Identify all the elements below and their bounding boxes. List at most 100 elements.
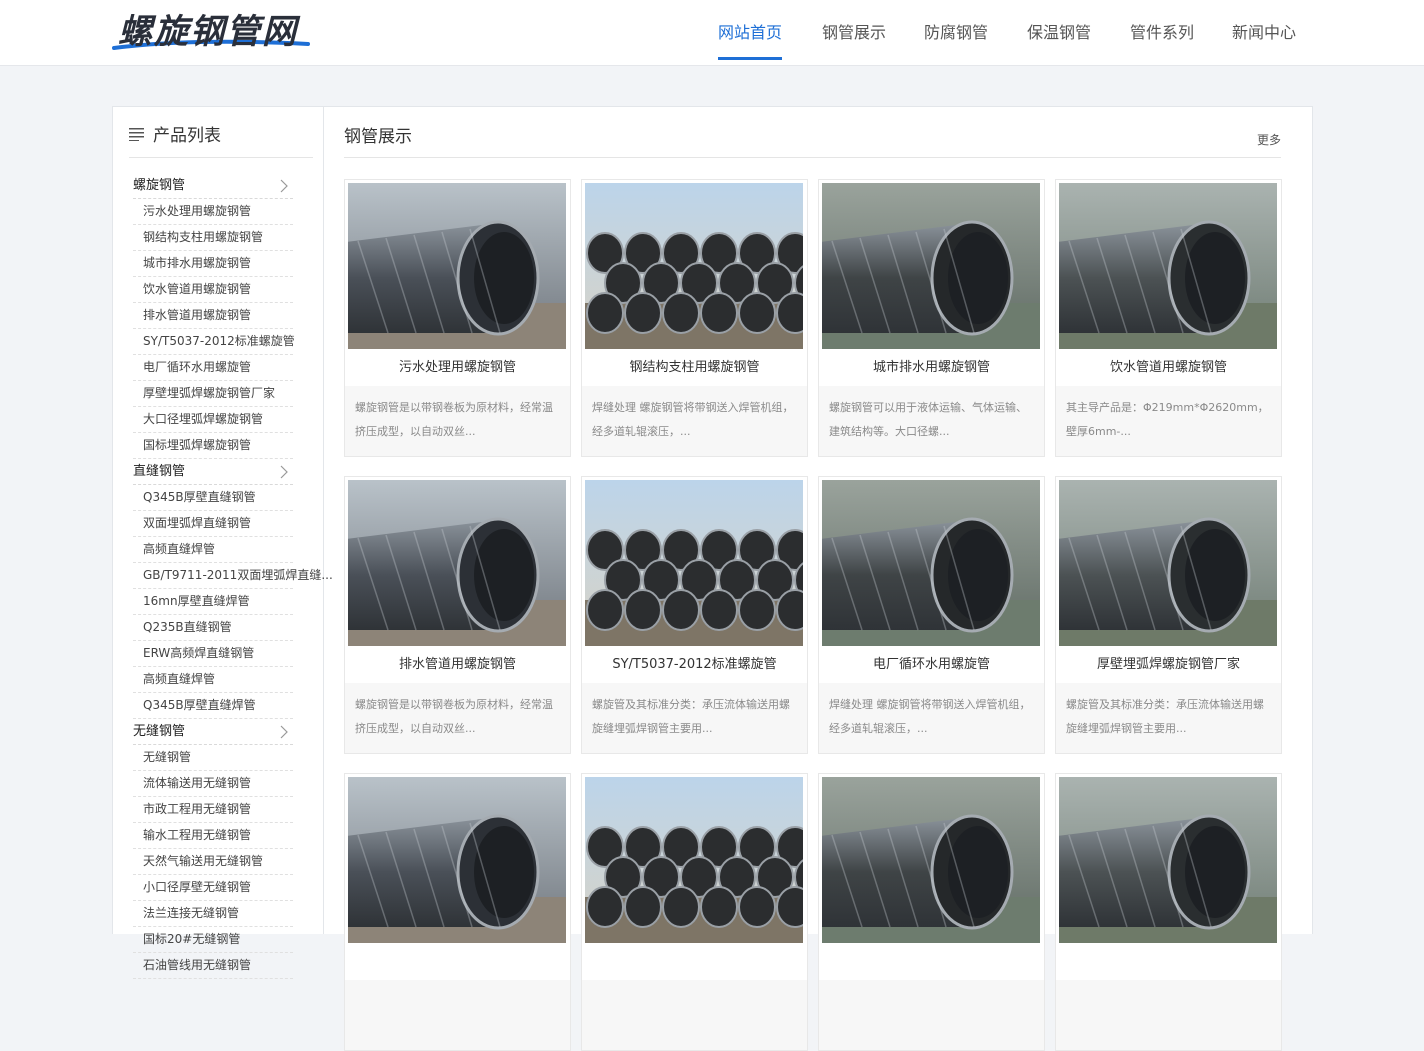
product-description-box: 焊缝处理 螺旋钢管将带钢送入焊管机组，经多道轧辊滚压，...	[819, 683, 1044, 753]
product-card[interactable]: 厚壁埋弧焊螺旋钢管厂家 螺旋管及其标准分类：承压流体输送用螺旋缝埋弧焊钢管主要用.…	[1055, 476, 1282, 754]
category-item[interactable]: 饮水管道用螺旋钢管	[133, 277, 293, 303]
product-description-box: 螺旋管及其标准分类：承压流体输送用螺旋缝埋弧焊钢管主要用...	[1056, 683, 1281, 753]
category-item[interactable]: 无缝钢管	[133, 745, 293, 771]
nav-item[interactable]: 管件系列	[1130, 0, 1194, 65]
section-title: 钢管展示	[344, 127, 412, 147]
category-item[interactable]: 排水管道用螺旋钢管	[133, 303, 293, 329]
product-description	[592, 990, 797, 1040]
product-card[interactable]: SY/T5037-2012标准螺旋管 螺旋管及其标准分类：承压流体输送用螺旋缝埋弧…	[581, 476, 808, 754]
chevron-right-icon	[280, 725, 288, 739]
category-item[interactable]: 国标20#无缝钢管	[133, 927, 293, 953]
site-logo[interactable]: 螺旋钢管网	[118, 10, 298, 54]
category-item[interactable]: Q345B厚壁直缝焊管	[133, 693, 293, 719]
category-item[interactable]: 电厂循环水用螺旋管	[133, 355, 293, 381]
product-title[interactable]	[819, 944, 1044, 980]
category-item[interactable]: Q345B厚壁直缝钢管	[133, 485, 293, 511]
category-item[interactable]: 钢结构支柱用螺旋钢管	[133, 225, 293, 251]
more-link[interactable]: 更多	[1257, 131, 1281, 148]
sidebar-title: 产品列表	[153, 126, 221, 146]
product-card[interactable]: 钢结构支柱用螺旋钢管 焊缝处理 螺旋钢管将带钢送入焊管机组，经多道轧辊滚压，...	[581, 179, 808, 457]
category-label: 无缝钢管	[133, 724, 186, 739]
category-item[interactable]: SY/T5037-2012标准螺旋管	[133, 329, 295, 355]
product-title[interactable]	[582, 944, 807, 980]
product-title[interactable]: 钢结构支柱用螺旋钢管	[582, 350, 807, 386]
category-item[interactable]: 国标埋弧焊螺旋钢管	[133, 433, 293, 459]
category-item[interactable]: 流体输送用无缝钢管	[133, 771, 293, 797]
product-description-box: 焊缝处理 螺旋钢管将带钢送入焊管机组，经多道轧辊滚压，...	[582, 386, 807, 456]
category-item[interactable]: 污水处理用螺旋钢管	[133, 199, 293, 225]
product-description-box	[582, 980, 807, 1050]
category-item[interactable]: 法兰连接无缝钢管	[133, 901, 293, 927]
nav-item[interactable]: 网站首页	[718, 0, 783, 65]
product-description: 螺旋钢管可以用于液体运输、气体运输、建筑结构等。大口径螺...	[829, 401, 1027, 438]
product-card[interactable]	[344, 773, 571, 1051]
nav-item[interactable]: 新闻中心	[1232, 0, 1296, 65]
product-image[interactable]	[348, 183, 566, 349]
product-description	[829, 990, 1034, 1040]
product-card[interactable]	[818, 773, 1045, 1051]
category-item[interactable]: ERW高频焊直缝钢管	[133, 641, 293, 667]
steel-pipe-photo	[348, 480, 566, 646]
product-title[interactable]: 厚壁埋弧焊螺旋钢管厂家	[1056, 647, 1281, 683]
steel-pipe-photo	[585, 777, 803, 943]
product-image[interactable]	[1059, 183, 1277, 349]
product-title[interactable]: 污水处理用螺旋钢管	[345, 350, 570, 386]
product-image[interactable]	[585, 777, 803, 943]
product-card[interactable]	[1055, 773, 1282, 1051]
product-description	[1066, 990, 1271, 1040]
product-image[interactable]	[585, 183, 803, 349]
product-title[interactable]: 饮水管道用螺旋钢管	[1056, 350, 1281, 386]
product-card[interactable]: 城市排水用螺旋钢管螺旋钢管可以用于液体运输、气体运输、建筑结构等。大口径螺...	[818, 179, 1045, 457]
category-item[interactable]: 输水工程用无缝钢管	[133, 823, 293, 849]
product-card[interactable]: 排水管道用螺旋钢管 螺旋钢管是以带钢卷板为原材料，经常温挤压成型，以自动双丝...	[344, 476, 571, 754]
product-title[interactable]	[345, 944, 570, 980]
category-item[interactable]: 高频直缝焊管	[133, 667, 293, 693]
product-image[interactable]	[585, 480, 803, 646]
nav-item[interactable]: 防腐钢管	[924, 0, 988, 65]
product-card[interactable]	[581, 773, 808, 1051]
category-item[interactable]: 城市排水用螺旋钢管	[133, 251, 293, 277]
steel-pipe-photo	[585, 183, 803, 349]
product-image[interactable]	[822, 183, 1040, 349]
steel-pipe-photo	[1059, 480, 1277, 646]
category-item[interactable]: 16mn厚壁直缝焊管	[133, 589, 293, 615]
category-item[interactable]: Q235B直缝钢管	[133, 615, 293, 641]
product-description-box: 螺旋钢管可以用于液体运输、气体运输、建筑结构等。大口径螺...	[819, 386, 1044, 456]
site-header: 螺旋钢管网 网站首页 钢管展示 防腐钢管 保温钢管 管件系列 新闻中心	[0, 0, 1424, 66]
product-title[interactable]	[1056, 944, 1281, 980]
steel-pipe-photo	[585, 480, 803, 646]
category-item[interactable]: 石油管线用无缝钢管	[133, 953, 293, 979]
category-item[interactable]: 高频直缝焊管	[133, 537, 293, 563]
category-item[interactable]: 大口径埋弧焊螺旋钢管	[133, 407, 293, 433]
product-image[interactable]	[822, 480, 1040, 646]
product-card[interactable]: 污水处理用螺旋钢管 螺旋钢管是以带钢卷板为原材料，经常温挤压成型，以自动双丝...	[344, 179, 571, 457]
product-image[interactable]	[1059, 480, 1277, 646]
product-image[interactable]	[348, 777, 566, 943]
content-container: 产品列表 螺旋钢管 污水处理用螺旋钢管 钢结构支柱用螺旋钢管 城市排水用螺旋钢管 饮水管…	[112, 106, 1313, 1051]
product-image[interactable]	[348, 480, 566, 646]
product-card[interactable]: 饮水管道用螺旋钢管 其主导产品是：Φ219mm*Φ2620mm，壁厚6mm-...	[1055, 179, 1282, 457]
category-item[interactable]: 双面埋弧焊直缝钢管	[133, 511, 293, 537]
category-item[interactable]: GB/T9711-2011双面埋弧焊直缝...	[133, 563, 333, 589]
list-icon	[129, 128, 144, 141]
product-description-box	[819, 980, 1044, 1050]
product-title[interactable]: 电厂循环水用螺旋管	[819, 647, 1044, 683]
nav-item-label: 新闻中心	[1232, 23, 1297, 42]
chevron-right-icon	[280, 465, 288, 479]
product-image[interactable]	[822, 777, 1040, 943]
product-card[interactable]: 电厂循环水用螺旋管 焊缝处理 螺旋钢管将带钢送入焊管机组，经多道轧辊滚压，...	[818, 476, 1045, 754]
category-item[interactable]: 小口径厚壁无缝钢管	[133, 875, 293, 901]
product-title[interactable]: 排水管道用螺旋钢管	[345, 647, 570, 683]
product-title[interactable]: 城市排水用螺旋钢管	[819, 350, 1044, 386]
category-item[interactable]: 市政工程用无缝钢管	[133, 797, 293, 823]
category-item[interactable]: 厚壁埋弧焊螺旋钢管厂家	[133, 381, 293, 407]
category-header[interactable]: 无缝钢管	[133, 719, 293, 745]
category-header[interactable]: 直缝钢管	[133, 459, 293, 485]
nav-item[interactable]: 保温钢管	[1027, 0, 1091, 65]
category-item[interactable]: 天然气输送用无缝钢管	[133, 849, 293, 875]
category-header[interactable]: 螺旋钢管	[133, 173, 293, 199]
product-image[interactable]	[1059, 777, 1277, 943]
product-description-box	[1056, 980, 1281, 1050]
nav-item[interactable]: 钢管展示	[822, 0, 886, 65]
product-title[interactable]: SY/T5037-2012标准螺旋管	[582, 647, 807, 683]
